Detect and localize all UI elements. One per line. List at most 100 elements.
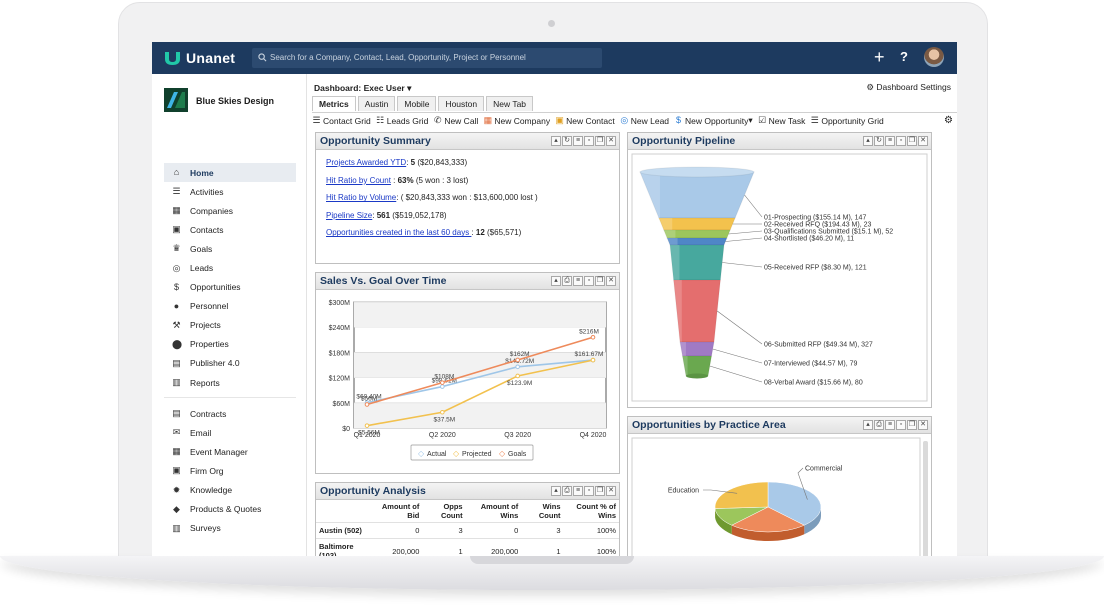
help-button[interactable]: ? — [900, 49, 908, 64]
summary-link-projects-awarded-ytd[interactable]: Projects Awarded YTD — [326, 158, 406, 167]
summary-link-pipeline-size[interactable]: Pipeline Size — [326, 211, 372, 220]
sidebar-item-surveys[interactable]: ▥ Surveys — [164, 519, 296, 538]
company-name[interactable]: Blue Skies Design — [196, 96, 274, 106]
export-icon[interactable]: ⎙ — [874, 420, 884, 430]
sidebar-item-projects[interactable]: ⚒ Projects — [164, 316, 296, 335]
sidebar-item-publisher-4-0[interactable]: ▤ Publisher 4.0 — [164, 354, 296, 373]
settings-icon[interactable]: ≡ — [573, 136, 583, 146]
settings-icon[interactable]: ≡ — [573, 486, 583, 496]
user-avatar[interactable] — [924, 47, 944, 67]
column-header[interactable]: Amount of Wins — [466, 500, 522, 523]
column-header[interactable]: Wins Count — [521, 500, 563, 523]
sidebar-item-companies[interactable]: ▦ Companies — [164, 201, 296, 220]
global-search-input[interactable]: Search for a Company, Contact, Lead, Opp… — [252, 48, 602, 68]
column-header[interactable]: Opps Count — [422, 500, 465, 523]
maximize-icon[interactable]: ▫ — [584, 276, 594, 286]
tab-austin[interactable]: Austin — [357, 96, 396, 111]
export-icon[interactable]: ⎙ — [562, 276, 572, 286]
dashboard-settings-button[interactable]: ⚙ Dashboard Settings — [866, 82, 951, 93]
column-header[interactable]: Count % of Wins — [564, 500, 619, 523]
table-row[interactable]: Austin (502) 0 3 0 3 100% — [316, 522, 619, 539]
popout-icon[interactable]: ❐ — [907, 420, 917, 430]
collapse-icon[interactable]: ▴ — [551, 486, 561, 496]
sidebar-item-home[interactable]: ⌂ Home — [164, 163, 296, 183]
legend-label-projected[interactable]: Projected — [462, 451, 492, 458]
settings-icon[interactable]: ≡ — [573, 276, 583, 286]
tab-metrics[interactable]: Metrics — [312, 96, 356, 111]
close-icon[interactable]: ✕ — [918, 420, 928, 430]
brand-name[interactable]: Unanet — [186, 50, 235, 66]
popout-icon[interactable]: ❐ — [595, 486, 605, 496]
data-point[interactable] — [440, 380, 445, 385]
data-point[interactable] — [515, 373, 520, 379]
dashboard-selector[interactable]: Dashboard: Exec User ▾ — [314, 83, 411, 94]
contact-grid-button[interactable]: ☰ Contact Grid — [312, 116, 370, 126]
new-lead-button[interactable]: ◎ New Lead — [620, 116, 669, 126]
close-icon[interactable]: ✕ — [606, 276, 616, 286]
data-point[interactable] — [364, 423, 370, 428]
leads-grid-button[interactable]: ☷ Leads Grid — [376, 116, 428, 126]
summary-link-opportunities-created-in-the-last-60-days[interactable]: Opportunities created in the last 60 day… — [326, 228, 471, 237]
popout-icon[interactable]: ❐ — [907, 136, 917, 146]
data-point[interactable] — [440, 384, 445, 389]
sidebar-item-products-quotes[interactable]: ◆ Products & Quotes — [164, 500, 296, 519]
export-icon[interactable]: ⎙ — [562, 486, 572, 496]
new-opportunity-button[interactable]: $ New Opportunity ▾ — [674, 115, 753, 126]
tab-mobile[interactable]: Mobile — [397, 96, 437, 111]
sidebar-item-firm-org[interactable]: ▣ Firm Org — [164, 461, 296, 480]
sidebar-item-event-manager[interactable]: ▦ Event Manager — [164, 442, 296, 461]
new-task-button[interactable]: ☑ New Task — [758, 116, 805, 126]
popout-icon[interactable]: ❐ — [595, 136, 605, 146]
sidebar-item-leads[interactable]: ◎ Leads — [164, 258, 296, 277]
sidebar-item-goals[interactable]: ♛ Goals — [164, 239, 296, 258]
collapse-icon[interactable]: ▴ — [863, 420, 873, 430]
data-point[interactable] — [364, 402, 370, 407]
summary-link-hit-ratio-by-volume[interactable]: Hit Ratio by Volume — [326, 193, 396, 202]
summary-link-hit-ratio-by-count[interactable]: Hit Ratio by Count — [326, 176, 391, 185]
sidebar-item-properties[interactable]: ⬤ Properties — [164, 335, 296, 354]
data-point[interactable] — [515, 357, 520, 363]
sidebar-item-knowledge[interactable]: ✹ Knowledge — [164, 481, 296, 500]
legend-label-goals[interactable]: Goals — [508, 451, 527, 458]
add-new-button[interactable]: + — [874, 47, 885, 67]
brand-logo-icon[interactable] — [164, 50, 181, 65]
collapse-icon[interactable]: ▴ — [551, 136, 561, 146]
maximize-icon[interactable]: ▫ — [584, 136, 594, 146]
data-point[interactable] — [590, 357, 596, 363]
new-call-button[interactable]: ✆ New Call — [433, 116, 478, 126]
sidebar-item-reports[interactable]: ▥ Reports — [164, 373, 296, 392]
sidebar-item-personnel[interactable]: ● Personnel — [164, 297, 296, 316]
popout-icon[interactable]: ❐ — [595, 276, 605, 286]
panel-scrollbar[interactable] — [923, 441, 928, 556]
collapse-icon[interactable]: ▴ — [551, 276, 561, 286]
maximize-icon[interactable]: ▫ — [896, 420, 906, 430]
sidebar-item-email[interactable]: ✉ Email — [164, 423, 296, 442]
company-logo[interactable] — [164, 88, 188, 112]
refresh-icon[interactable]: ↻ — [562, 136, 572, 146]
tab-houston[interactable]: Houston — [438, 96, 485, 111]
close-icon[interactable]: ✕ — [918, 136, 928, 146]
sidebar-item-opportunities[interactable]: $ Opportunities — [164, 278, 296, 297]
collapse-icon[interactable]: ▴ — [863, 136, 873, 146]
toolbar-settings-gear-icon[interactable]: ⚙ — [944, 115, 953, 126]
tab-new-tab[interactable]: New Tab — [486, 96, 534, 111]
column-header[interactable]: Amount of Bid — [371, 500, 422, 523]
maximize-icon[interactable]: ▫ — [896, 136, 906, 146]
sidebar-item-activities[interactable]: ☰ Activities — [164, 182, 296, 201]
opportunity-grid-button[interactable]: ☰ Opportunity Grid — [810, 116, 884, 126]
column-header[interactable] — [316, 500, 371, 523]
table-row[interactable]: Baltimore (103) 200,000 1 200,000 1 100% — [316, 538, 619, 556]
settings-icon[interactable]: ≡ — [885, 136, 895, 146]
data-point[interactable] — [440, 409, 445, 415]
settings-icon[interactable]: ≡ — [885, 420, 895, 430]
data-point[interactable] — [590, 334, 596, 340]
legend-label-actual[interactable]: Actual — [427, 451, 447, 458]
maximize-icon[interactable]: ▫ — [584, 486, 594, 496]
data-point[interactable] — [515, 364, 520, 370]
refresh-icon[interactable]: ↻ — [874, 136, 884, 146]
close-icon[interactable]: ✕ — [606, 136, 616, 146]
new-company-button[interactable]: ▦ New Company — [483, 116, 551, 126]
close-icon[interactable]: ✕ — [606, 486, 616, 496]
new-contact-button[interactable]: ▣ New Contact — [555, 116, 614, 126]
sidebar-item-contracts[interactable]: ▤ Contracts — [164, 404, 296, 423]
